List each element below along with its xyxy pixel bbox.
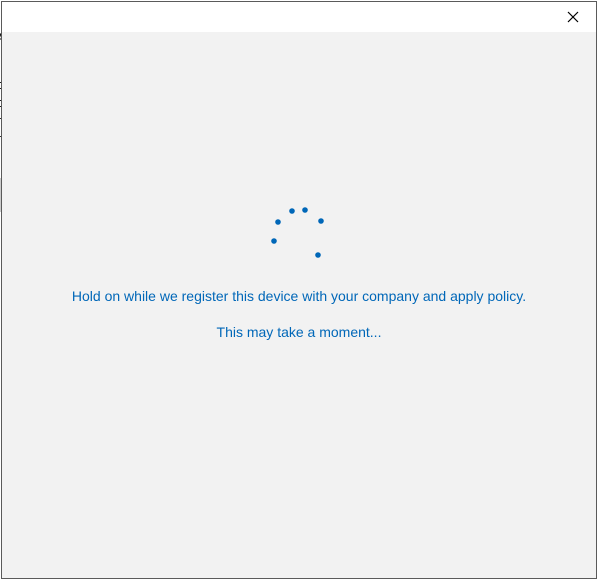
spinner-dot xyxy=(318,218,324,224)
spinner-dot xyxy=(289,208,295,214)
close-icon xyxy=(567,11,579,23)
spinner-dot xyxy=(302,207,308,213)
wait-message: This may take a moment... xyxy=(216,324,382,340)
spinner-dot xyxy=(271,238,277,244)
close-button[interactable] xyxy=(550,2,596,32)
spinner-dot xyxy=(315,252,321,258)
dialog-titlebar xyxy=(2,2,596,32)
spinner-dot xyxy=(275,219,281,225)
device-registration-dialog: Hold on while we register this device wi… xyxy=(1,1,597,579)
registration-message: Hold on while we register this device wi… xyxy=(71,288,527,304)
